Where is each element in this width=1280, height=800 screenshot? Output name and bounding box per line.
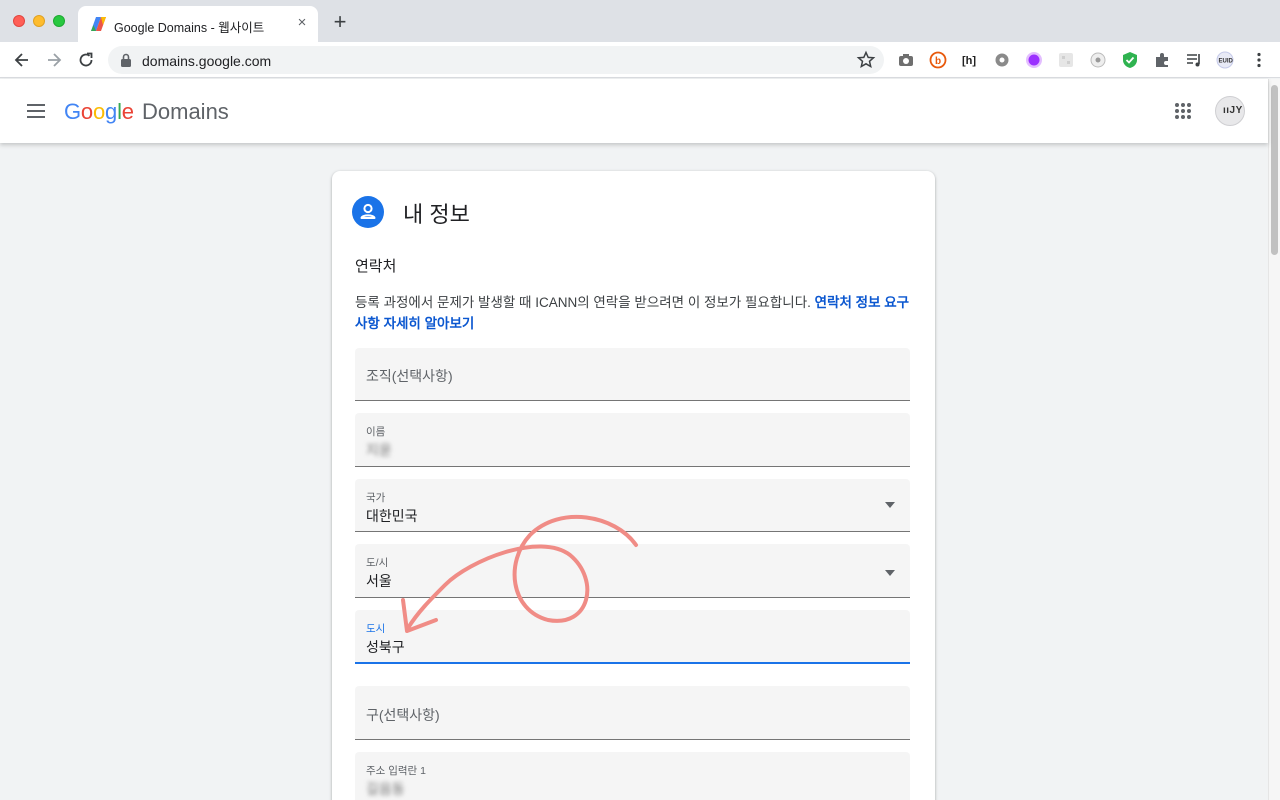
province-select[interactable]: 도/시 서울	[355, 544, 910, 598]
city-value: 성북구	[366, 639, 405, 655]
profile-extension-icon[interactable]: EUID	[1216, 51, 1234, 69]
page-title: 내 정보	[403, 202, 470, 227]
contact-info-card: 내 정보 연락처 등록 과정에서 문제가 발생할 때 ICANN의 연락을 받으…	[332, 171, 935, 800]
section-title: 연락처	[355, 258, 397, 275]
close-window-button[interactable]	[13, 15, 25, 27]
h-extension-icon[interactable]: [h]	[961, 51, 979, 69]
country-select[interactable]: 국가 대한민국	[355, 479, 910, 532]
bookmark-star-icon[interactable]	[856, 50, 876, 70]
new-tab-button[interactable]: +	[330, 11, 350, 33]
b-extension-icon[interactable]: b	[929, 51, 947, 69]
close-tab-icon[interactable]: ×	[294, 15, 310, 31]
organization-placeholder: 조직(선택사항)	[366, 368, 453, 384]
browser-toolbar: domains.google.com b [h] EUID	[0, 42, 1280, 78]
url-text: domains.google.com	[142, 53, 272, 69]
grid-extension-icon[interactable]	[1057, 51, 1075, 69]
dropdown-arrow-icon	[885, 502, 895, 508]
description-text: 등록 과정에서 문제가 발생할 때 ICANN의 연락을 받으려면 이 정보가 …	[355, 295, 811, 310]
organization-field[interactable]: 조직(선택사항)	[355, 348, 910, 401]
app-header: Google Domains ııJY	[0, 79, 1268, 143]
maximize-window-button[interactable]	[53, 15, 65, 27]
name-value: 지윤	[366, 442, 392, 458]
puzzle-extension-icon[interactable]	[1153, 51, 1171, 69]
tab-title: Google Domains - 웹사이트	[114, 21, 265, 35]
page-scrollbar[interactable]	[1268, 79, 1280, 800]
city-label: 도시	[366, 623, 386, 635]
shield-extension-icon[interactable]	[1121, 51, 1139, 69]
svg-text:[h]: [h]	[962, 55, 976, 67]
person-icon	[352, 196, 384, 228]
address-line-1-field[interactable]: 주소 입력란 1 길음동	[355, 752, 910, 800]
purple-extension-icon[interactable]	[1025, 51, 1043, 69]
name-label: 이름	[366, 426, 386, 438]
district-field[interactable]: 구(선택사항)	[355, 686, 910, 740]
address-line-1-value: 길음동	[366, 781, 405, 797]
product-name[interactable]: Domains	[142, 99, 229, 125]
browser-menu-icon[interactable]	[1250, 51, 1268, 69]
forward-icon[interactable]	[44, 50, 64, 70]
menu-icon[interactable]	[26, 102, 46, 120]
country-value: 대한민국	[366, 508, 418, 524]
province-label: 도/시	[366, 557, 389, 569]
apps-grid-icon[interactable]	[1174, 102, 1192, 120]
gear-extension-icon[interactable]	[993, 51, 1011, 69]
province-value: 서울	[366, 573, 392, 589]
reload-icon[interactable]	[76, 50, 96, 70]
section-description: 등록 과정에서 문제가 발생할 때 ICANN의 연락을 받으려면 이 정보가 …	[355, 292, 911, 334]
google-domains-favicon-icon	[91, 17, 106, 31]
dropdown-arrow-icon	[885, 570, 895, 576]
browser-tab-bar: Google Domains - 웹사이트 × +	[0, 0, 1280, 42]
scrollbar-thumb[interactable]	[1271, 85, 1278, 255]
back-icon[interactable]	[12, 50, 32, 70]
browser-tab[interactable]: Google Domains - 웹사이트 ×	[78, 6, 318, 42]
minimize-window-button[interactable]	[33, 15, 45, 27]
svg-text:EUID: EUID	[1219, 59, 1234, 65]
avatar-initials: ııJY	[1223, 105, 1243, 116]
google-logo[interactable]: Google	[64, 99, 134, 125]
svg-text:b: b	[935, 56, 941, 67]
camera-extension-icon[interactable]	[897, 51, 915, 69]
lock-icon	[121, 53, 131, 67]
city-field[interactable]: 도시 성북구	[355, 610, 910, 664]
eye-extension-icon[interactable]	[1089, 51, 1107, 69]
account-avatar[interactable]: ııJY	[1215, 96, 1245, 126]
address-line-1-label: 주소 입력란 1	[366, 765, 426, 777]
address-bar[interactable]: domains.google.com	[108, 46, 884, 74]
media-queue-icon[interactable]	[1185, 51, 1203, 69]
district-placeholder: 구(선택사항)	[366, 707, 440, 723]
name-field[interactable]: 이름 지윤	[355, 413, 910, 467]
country-label: 국가	[366, 492, 386, 504]
